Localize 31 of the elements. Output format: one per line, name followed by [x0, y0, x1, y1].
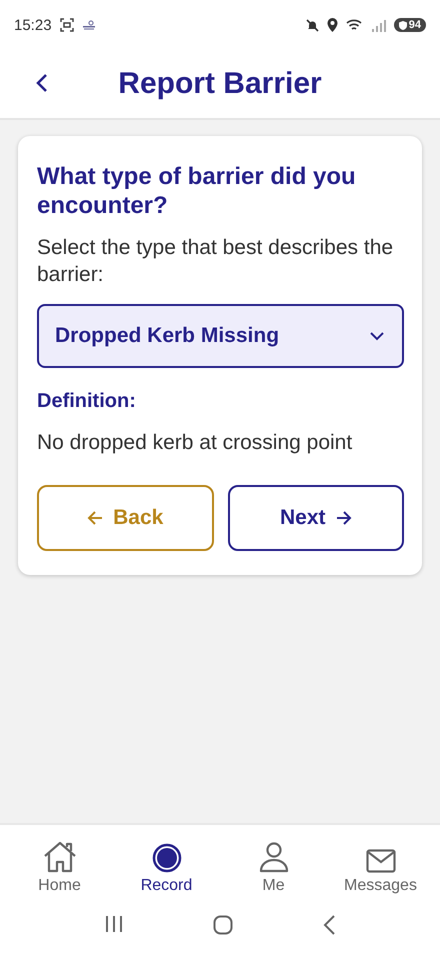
rounded-square-icon	[212, 915, 233, 935]
definition-label: Definition:	[37, 390, 137, 413]
screenshot-icon	[60, 18, 74, 32]
record-icon	[152, 843, 182, 873]
back-button[interactable]: Back	[37, 485, 214, 551]
person-icon	[258, 841, 288, 873]
chevron-left-icon	[36, 72, 48, 92]
nav-tab[interactable]: Home	[6, 825, 113, 905]
envelope-icon	[366, 849, 396, 873]
screen-title: Report Barrier	[117, 67, 323, 101]
mute-icon	[306, 18, 319, 32]
nav-tab[interactable]: Record	[113, 825, 220, 905]
definition-text: No dropped kerb at crossing point	[37, 431, 354, 455]
chevron-left-icon	[322, 915, 336, 935]
recent-apps-icon	[104, 915, 124, 933]
battery-indicator: 94	[394, 18, 426, 32]
wifi-icon	[346, 18, 364, 32]
question-title: What type of barrier did you encounter?	[37, 162, 357, 220]
home-icon	[42, 841, 76, 873]
nav-tab[interactable]: Me	[220, 825, 327, 905]
app-icon	[82, 20, 96, 30]
barrier-type-dropdown[interactable]: Dropped Kerb Missing	[37, 304, 404, 368]
arrow-left-icon	[87, 511, 104, 525]
arrow-right-icon	[336, 511, 352, 525]
chevron-down-icon	[370, 332, 384, 340]
status-time: 15:23	[14, 16, 52, 34]
signal-icon	[372, 18, 386, 32]
location-icon	[326, 18, 338, 32]
instruction-text: Select the type that best describes the barrier:	[37, 235, 394, 288]
next-button[interactable]: Next	[228, 485, 404, 551]
nav-tab[interactable]: Messages	[327, 825, 434, 905]
